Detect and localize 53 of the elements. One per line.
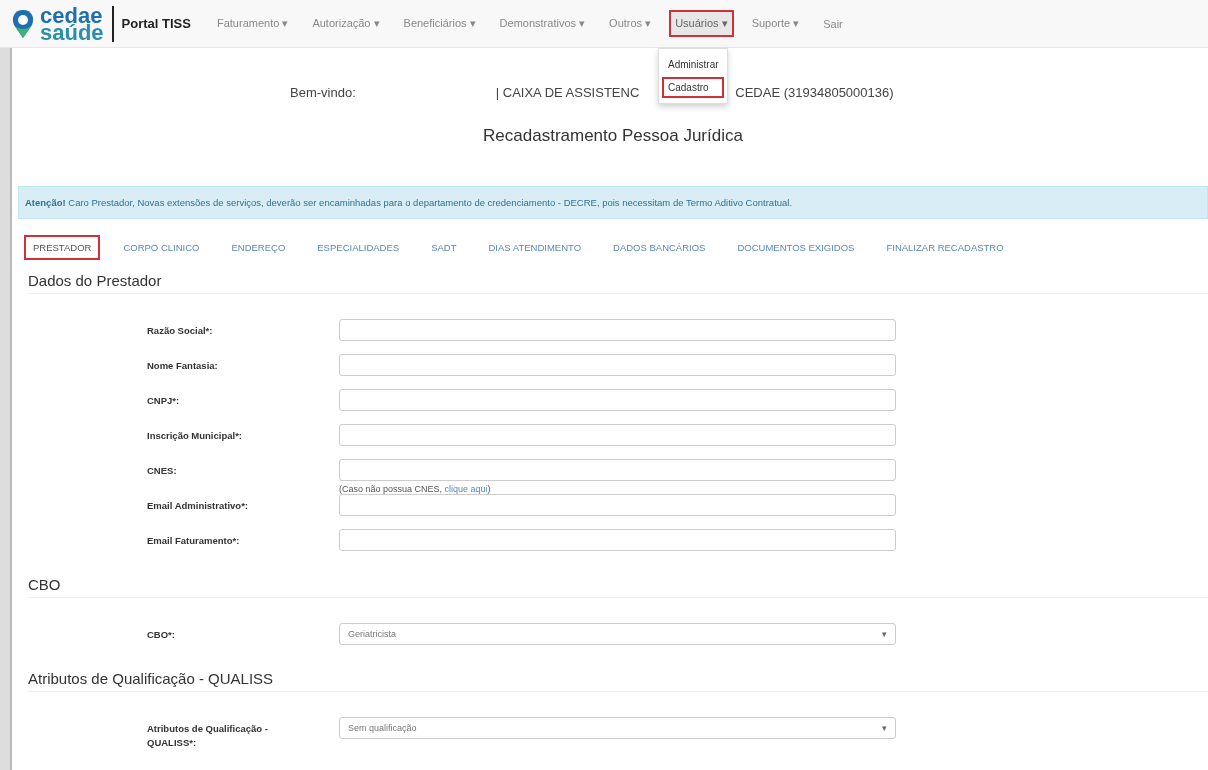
field-label: Inscrição Municipal*:	[147, 429, 244, 443]
field-label: CNPJ*:	[147, 394, 181, 408]
input-field[interactable]	[339, 389, 896, 411]
organization-name: CEDAE (31934805000136)	[735, 84, 894, 100]
nav-menu-item[interactable]: Suporte ▾	[745, 10, 806, 37]
field-label: Razão Social*:	[147, 324, 214, 338]
caret-icon: ▾	[882, 723, 887, 733]
tab[interactable]: FINALIZAR RECADASTRO	[877, 235, 1013, 260]
field-label: Email Administrativo*:	[147, 499, 249, 513]
input-field[interactable]	[339, 494, 896, 516]
tab[interactable]: ENDEREÇO	[222, 235, 295, 260]
tab[interactable]: DADOS BANCÁRIOS	[604, 235, 715, 260]
portal-title: Portal TISS	[121, 16, 191, 31]
tab[interactable]: ESPECIALIDADES	[308, 235, 409, 260]
section-heading: Atributos de Qualificação - QUALISS	[28, 670, 1208, 692]
nav-menu-item[interactable]: Outros ▾	[603, 10, 658, 37]
field-label: Atributos de Qualificação - QUALISS*:	[147, 722, 269, 750]
caret-icon: ▾	[882, 629, 887, 639]
field-label: Email Faturamento*:	[147, 534, 241, 548]
nav-menu-item[interactable]: Usuários ▾	[669, 10, 734, 37]
input-field[interactable]	[339, 459, 896, 481]
field-label: CBO*:	[147, 628, 176, 642]
field-label: CNES:	[147, 464, 178, 478]
logo-icon	[10, 7, 36, 40]
field-label: Nome Fantasia:	[147, 359, 219, 373]
tab[interactable]: DIAS ATENDIMENTO	[479, 235, 591, 260]
nav-menu-item[interactable]: Demonstrativos ▾	[493, 10, 592, 37]
section-heading: CBO	[28, 576, 1208, 598]
brand-name: cedae	[40, 6, 104, 24]
welcome-label: Bem-vindo:	[290, 84, 356, 100]
select-field[interactable]: Sem qualificação ▾	[339, 717, 896, 739]
page-title: Recadastramento Pessoa Jurídica	[482, 126, 744, 146]
help-text: (Caso não possua CNES, clique aqui)	[339, 484, 492, 494]
input-field[interactable]	[339, 529, 896, 551]
brand-name: saúde	[40, 23, 104, 41]
section-heading: Dados do Prestador	[28, 272, 1208, 294]
input-field[interactable]	[339, 319, 896, 341]
alert-message: Atenção! Caro Prestador, Novas extensões de serviços, deverão ser encaminhadas para o departamento de credenciamento - DECRE, pois necessitam de Termo Aditivo Contratual.	[18, 186, 1208, 219]
dropdown-item[interactable]: Cadastro	[662, 77, 724, 98]
organization-name: | CAIXA DE ASSISTENC	[495, 84, 640, 100]
nav-menu-item[interactable]: Beneficiários ▾	[397, 10, 482, 37]
tab[interactable]: CORPO CLINICO	[114, 235, 209, 260]
select-field[interactable]: Geriatricista ▾	[339, 623, 896, 645]
tab[interactable]: DOCUMENTOS EXIGIDOS	[728, 235, 864, 260]
tab[interactable]: SADT	[422, 235, 466, 260]
dropdown-item[interactable]: Administrar	[662, 54, 724, 75]
input-field[interactable]	[339, 424, 896, 446]
nav-menu-item[interactable]: Autorização ▾	[306, 10, 386, 37]
link[interactable]: clique aqui	[444, 484, 488, 494]
nav-menu-item[interactable]: Sair	[817, 10, 849, 37]
tab[interactable]: PRESTADOR	[24, 235, 101, 260]
nav-menu-item[interactable]: Faturamento ▾	[210, 10, 295, 37]
input-field[interactable]	[339, 354, 896, 376]
